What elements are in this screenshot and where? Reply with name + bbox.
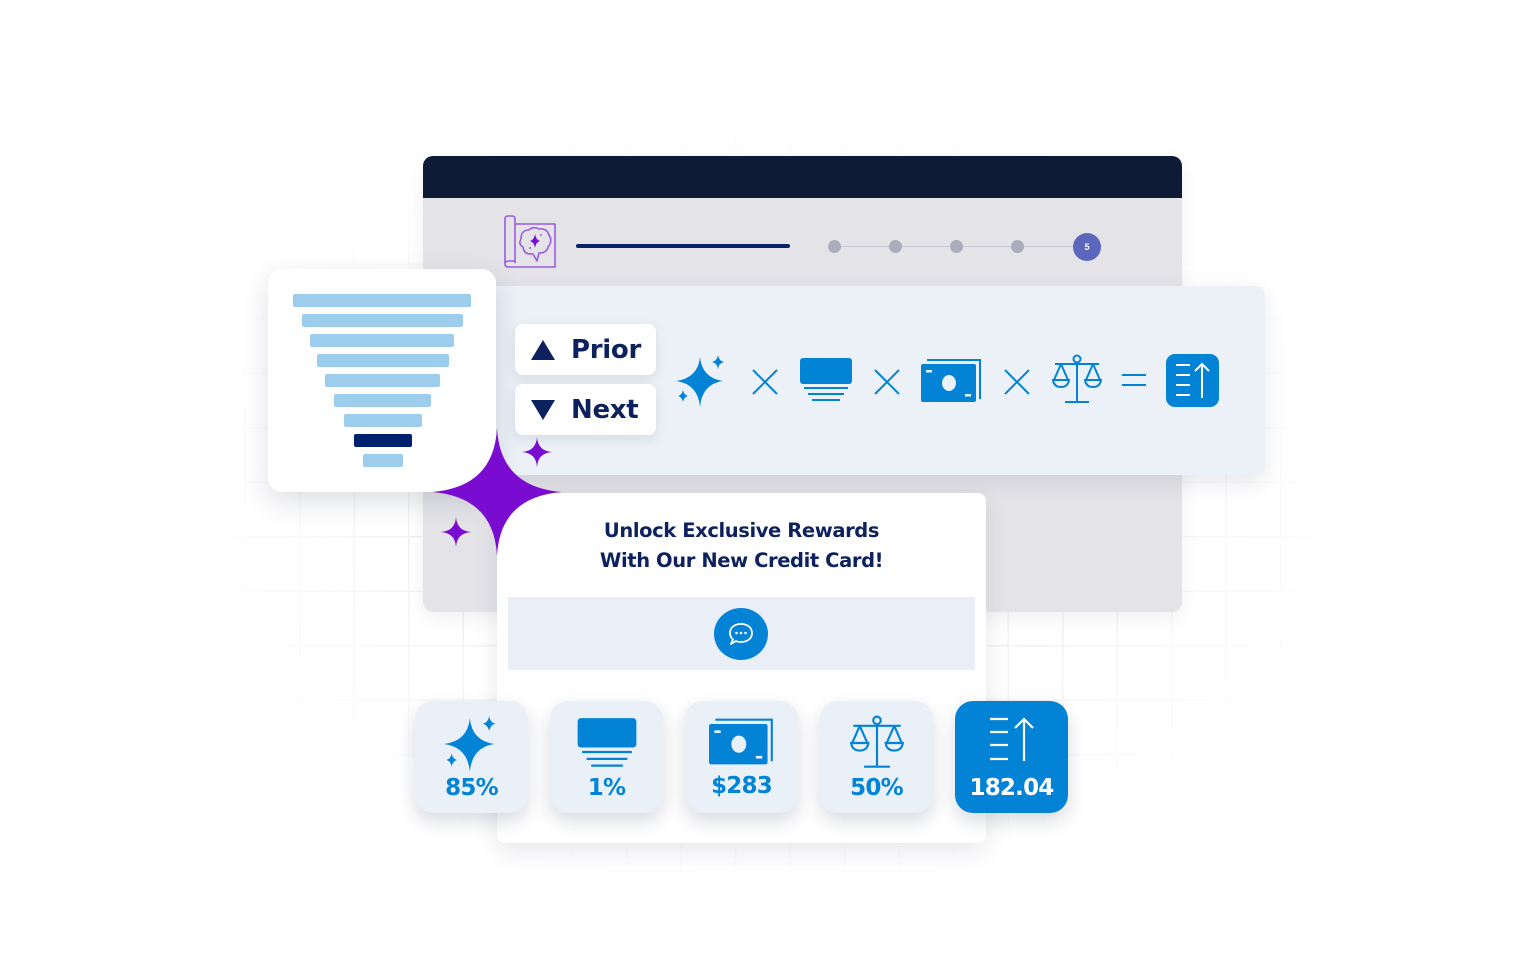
sort-up-icon: [1166, 354, 1219, 407]
funnel-bar: [293, 294, 471, 307]
funnel-bar-highlighted: [354, 434, 412, 447]
triangle-down-icon: [531, 399, 555, 420]
multiply-icon: [874, 369, 900, 395]
funnel-bar: [325, 374, 440, 387]
next-label: Next: [571, 394, 639, 425]
browser-header: [423, 156, 1182, 198]
screen-funnel-icon: [800, 358, 852, 401]
ad-headline: Unlock Exclusive Rewards With Our New Cr…: [497, 516, 986, 576]
funnel-bar: [363, 454, 403, 467]
metric-tile-score: 182.04: [955, 701, 1068, 813]
metric-tile-money: $283: [685, 701, 798, 813]
metric-value: 85%: [445, 775, 498, 801]
funnel-bar: [344, 414, 422, 427]
metric-value: $283: [711, 773, 773, 799]
ad-headline-line-2: With Our New Credit Card!: [599, 549, 884, 572]
prior-button[interactable]: Prior: [515, 324, 656, 375]
sort-up-icon: [989, 717, 1034, 761]
metric-value: 1%: [587, 775, 626, 801]
metric-tile-scale: 50%: [820, 701, 933, 813]
ad-headline-line-1: Unlock Exclusive Rewards: [603, 519, 880, 542]
sparkle-icon: [676, 355, 724, 407]
chat-button[interactable]: [714, 608, 768, 660]
ad-banner: [508, 597, 975, 670]
money-icon: [708, 718, 773, 765]
metric-tile-sparkle: 85%: [415, 701, 528, 813]
scale-icon: [1051, 354, 1103, 403]
progress-bar: [576, 244, 790, 248]
step-current[interactable]: 5: [1073, 233, 1101, 261]
chat-bubble-icon: [729, 623, 753, 645]
step-dot-1[interactable]: [828, 240, 841, 253]
prior-label: Prior: [571, 334, 641, 365]
metric-value: 182.04: [969, 775, 1055, 801]
formula-panel: [470, 286, 1265, 475]
small-sparkle-icon: [522, 437, 552, 467]
funnel-bar: [334, 394, 431, 407]
metric-tile-screen-funnel: 1%: [550, 701, 663, 813]
step-dot-2[interactable]: [889, 240, 902, 253]
metric-value: 50%: [850, 775, 903, 801]
triangle-up-icon: [531, 339, 555, 360]
funnel-bar: [317, 354, 449, 367]
small-sparkle-icon: [441, 517, 471, 547]
equals-icon: [1122, 374, 1146, 386]
brain-sparkle-logo-icon: [504, 215, 556, 268]
sparkle-icon: [443, 716, 496, 772]
funnel-bar: [302, 314, 463, 327]
multiply-icon: [1004, 369, 1030, 395]
scale-icon: [849, 715, 904, 768]
multiply-icon: [752, 369, 778, 395]
screen-funnel-icon: [577, 718, 636, 767]
money-icon: [921, 359, 981, 402]
funnel-bar: [310, 334, 454, 347]
step-dot-3[interactable]: [950, 240, 963, 253]
step-dot-4[interactable]: [1011, 240, 1024, 253]
